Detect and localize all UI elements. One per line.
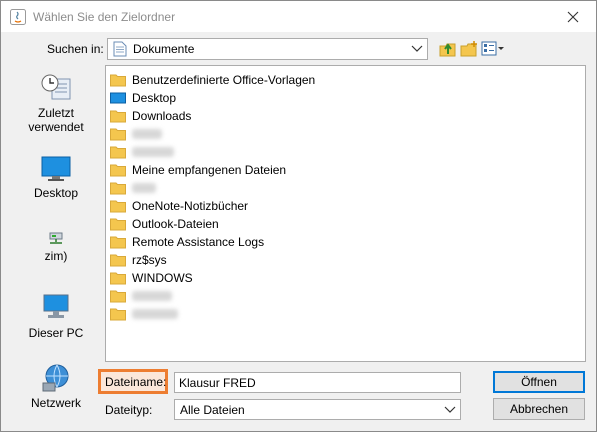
folder-icon: [110, 182, 126, 195]
place-desktop-label: Desktop: [33, 186, 79, 200]
folder-icon: [110, 200, 126, 213]
folder-icon: [110, 308, 126, 321]
file-name: Downloads: [132, 109, 192, 123]
place-network[interactable]: Netzwerk: [21, 363, 91, 410]
file-list-item[interactable]: [110, 305, 178, 323]
folder-icon: [110, 236, 126, 249]
folder-icon: [110, 146, 126, 159]
file-list-item[interactable]: Remote Assistance Logs: [110, 233, 264, 251]
file-name: WINDOWS: [132, 271, 193, 285]
file-list-item[interactable]: [110, 287, 172, 305]
filetype-combo[interactable]: Alle Dateien: [174, 399, 461, 420]
filetype-label: Dateityp:: [105, 403, 153, 417]
folder-icon: [110, 218, 126, 231]
file-name: Benutzerdefinierte Office-Vorlagen: [132, 73, 316, 87]
new-folder-icon[interactable]: [460, 40, 478, 58]
filename-input[interactable]: Klausur FRED: [174, 372, 461, 393]
network-drive-icon: [49, 232, 63, 244]
recent-items-icon: [41, 74, 71, 100]
java-app-icon: [10, 8, 26, 25]
filetype-value: Alle Dateien: [180, 402, 245, 417]
file-list-item[interactable]: rz$sys: [110, 251, 167, 269]
folder-icon: [110, 128, 126, 141]
place-desktop[interactable]: Desktop: [21, 155, 91, 200]
file-list[interactable]: Benutzerdefinierte Office-Vorlagen Deskto…: [105, 65, 586, 362]
file-name: OneNote-Notizbücher: [132, 199, 249, 213]
file-chooser-dialog: Wählen Sie den Zielordner Suchen in: Dok…: [0, 0, 597, 432]
redacted-file-name: [132, 309, 178, 319]
place-this-pc-label: Dieser PC: [28, 326, 84, 340]
file-list-item[interactable]: Meine empfangenen Dateien: [110, 161, 286, 179]
lookin-label: Suchen in:: [47, 42, 104, 56]
desktop-icon: [41, 156, 71, 181]
redacted-file-name: [132, 183, 156, 193]
file-name: Remote Assistance Logs: [132, 235, 265, 249]
place-network-label: Netzwerk: [30, 396, 81, 410]
file-list-item[interactable]: Desktop: [110, 89, 176, 107]
open-button[interactable]: Öffnen: [493, 371, 585, 393]
folder-icon: [110, 74, 126, 87]
folder-icon: [110, 254, 126, 267]
place-network-drive-label: zim): [44, 249, 68, 263]
place-recent-label: Zuletzt verwendet: [28, 106, 84, 134]
folder-icon: [110, 290, 126, 303]
documents-icon: [113, 41, 127, 57]
network-globe-icon: [42, 364, 69, 392]
lookin-value: Dokumente: [133, 42, 195, 56]
file-list-item[interactable]: Downloads: [110, 107, 191, 125]
title-bar: Wählen Sie den Zielordner: [1, 1, 596, 32]
lookin-combo[interactable]: Dokumente: [107, 38, 428, 60]
redacted-file-name: [132, 129, 162, 139]
file-name: rz$sys: [132, 253, 167, 267]
file-name: Desktop: [132, 91, 177, 105]
chevron-down-icon: [444, 406, 456, 413]
cancel-button[interactable]: Abbrechen: [493, 398, 585, 420]
folder-icon: [110, 164, 126, 177]
file-list-item[interactable]: Outlook-Dateien: [110, 215, 219, 233]
file-list-item[interactable]: WINDOWS: [110, 269, 193, 287]
file-name: Meine empfangenen Dateien: [132, 163, 287, 177]
file-list-item[interactable]: [110, 125, 162, 143]
folder-icon: [110, 110, 126, 123]
view-menu-icon[interactable]: [481, 40, 505, 58]
places-bar: Zuletzt verwendet Desktop zim) Dieser PC…: [21, 65, 91, 420]
redacted-file-name: [132, 291, 172, 301]
place-this-pc[interactable]: Dieser PC: [21, 293, 91, 340]
redacted-file-name: [132, 147, 174, 157]
file-list-item[interactable]: [110, 143, 174, 161]
desktop-folder-icon: [110, 92, 126, 104]
folder-icon: [110, 272, 126, 285]
window-title: Wählen Sie den Zielordner: [33, 9, 176, 24]
place-recent[interactable]: Zuletzt verwendet: [21, 73, 91, 134]
place-network-drive[interactable]: zim): [21, 232, 91, 263]
filename-label: Dateiname:: [105, 375, 167, 389]
file-name: Outlook-Dateien: [132, 217, 219, 231]
filename-input-value: Klausur FRED: [179, 375, 256, 390]
file-list-item[interactable]: OneNote-Notizbücher: [110, 197, 248, 215]
close-icon: [567, 11, 579, 22]
chevron-down-icon: [411, 45, 423, 52]
file-list-item[interactable]: Benutzerdefinierte Office-Vorlagen: [110, 71, 315, 89]
close-button[interactable]: [550, 1, 596, 32]
up-folder-icon[interactable]: [439, 40, 457, 58]
file-list-item[interactable]: [110, 179, 156, 197]
this-pc-icon: [43, 294, 69, 318]
